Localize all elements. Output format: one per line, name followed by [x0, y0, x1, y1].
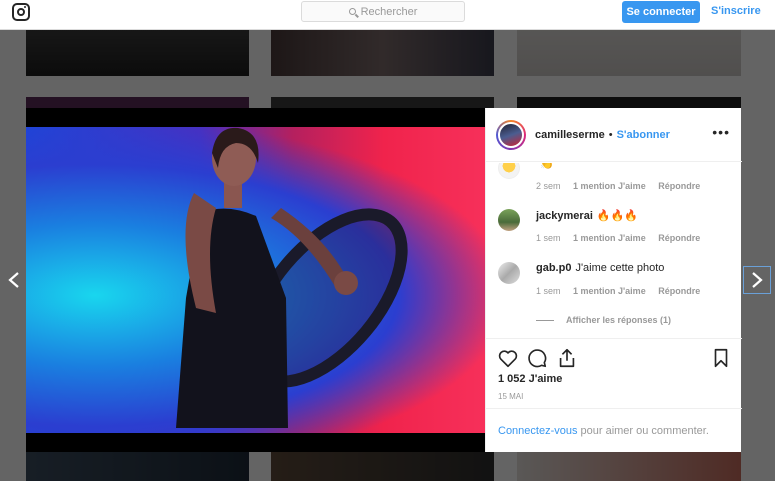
login-link[interactable]: Connectez-vous — [498, 425, 578, 437]
comment-meta: 2 sem 1 mention J'aime Répondre — [536, 181, 710, 191]
replies-divider — [536, 319, 554, 321]
login-button[interactable]: Se connecter — [622, 1, 700, 23]
likes-count[interactable]: 1 052 J'aime — [498, 373, 562, 385]
post-date[interactable]: 15 MAI — [498, 392, 523, 401]
comment-avatar[interactable] — [498, 262, 520, 284]
heart-icon[interactable] — [497, 347, 519, 369]
share-icon[interactable] — [556, 347, 578, 369]
separator-dot: • — [608, 128, 613, 141]
chevron-left-icon — [8, 272, 19, 288]
chevron-right-icon — [752, 272, 763, 288]
comment-time: 1 sem — [536, 286, 561, 296]
comment-meta: 1 sem 1 mention J'aime Répondre — [536, 233, 710, 243]
comment-likes[interactable]: 1 mention J'aime — [573, 181, 646, 191]
search-input[interactable]: Rechercher — [301, 1, 465, 22]
reply-button[interactable]: Répondre — [658, 286, 700, 296]
more-options-icon[interactable]: ••• — [712, 125, 730, 139]
comment-avatar[interactable] — [498, 209, 520, 231]
instagram-logo-icon[interactable] — [12, 3, 30, 21]
reply-button[interactable]: Répondre — [658, 233, 700, 243]
comments-list[interactable]: 👏 2 sem 1 mention J'aime Répondre jackym… — [486, 163, 742, 337]
search-placeholder: Rechercher — [360, 5, 418, 18]
comment-text: 🔥🔥🔥 — [596, 210, 638, 222]
comment-time: 1 sem — [536, 233, 561, 243]
next-post-button[interactable] — [743, 266, 771, 294]
comment-likes[interactable]: 1 mention J'aime — [573, 233, 646, 243]
post-actions: 1 052 J'aime 15 MAI — [486, 338, 742, 408]
bookmark-icon[interactable] — [710, 347, 732, 369]
avatar[interactable] — [496, 119, 526, 150]
signup-link[interactable]: S'inscrire — [711, 5, 761, 17]
reply-button[interactable]: Répondre — [658, 181, 700, 191]
login-prompt-text: pour aimer ou commenter. — [580, 424, 709, 437]
comment-username[interactable]: jackymerai — [536, 210, 593, 222]
post-photo[interactable] — [26, 108, 485, 452]
post-modal: camilleserme • S'abonner ••• 👏 2 sem 1 m… — [26, 108, 742, 452]
show-replies-label: Afficher les réponses (1) — [566, 315, 672, 325]
previous-post-button[interactable] — [0, 266, 28, 294]
post-side-panel: camilleserme • S'abonner ••• 👏 2 sem 1 m… — [485, 108, 742, 452]
top-navigation-bar: Rechercher Se connecter S'inscrire — [0, 0, 775, 30]
comment-text: 👏 — [540, 163, 554, 170]
player-illustration — [176, 127, 408, 428]
comment-avatar[interactable] — [498, 163, 520, 179]
comment-text: J'aime cette photo — [575, 262, 665, 274]
post-header: camilleserme • S'abonner ••• — [486, 108, 742, 162]
post-username[interactable]: camilleserme — [535, 129, 605, 141]
comment-likes[interactable]: 1 mention J'aime — [573, 286, 646, 296]
comment-time: 2 sem — [536, 181, 561, 191]
search-icon — [348, 8, 356, 15]
follow-button[interactable]: S'abonner — [617, 129, 670, 141]
comment-icon[interactable] — [526, 347, 548, 369]
show-replies-button[interactable]: Afficher les réponses (1) — [536, 315, 671, 325]
comment-meta: 1 sem 1 mention J'aime Répondre — [536, 286, 710, 296]
login-prompt: Connectez-vous pour aimer ou commenter. — [486, 408, 742, 452]
comment-username[interactable]: gab.p0 — [536, 262, 571, 274]
